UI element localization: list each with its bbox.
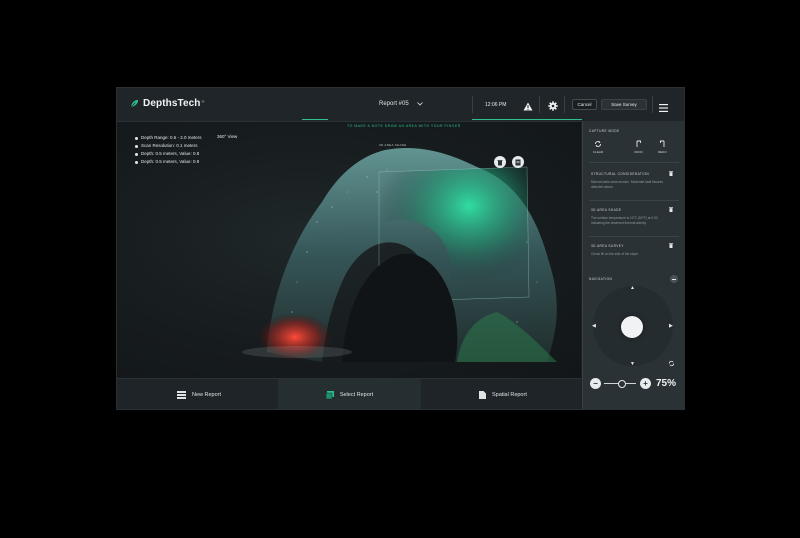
zoom-out-button[interactable]: − (590, 378, 601, 389)
new-report-label: New Report (192, 392, 222, 398)
trash-icon[interactable] (669, 207, 673, 212)
trash-icon (497, 159, 503, 165)
report-title: Report #05 (379, 101, 409, 107)
cancel-button[interactable]: Cancel (572, 99, 597, 110)
note-icon (515, 159, 521, 165)
redo-label: REDO (658, 150, 667, 154)
warning-icon[interactable] (523, 98, 533, 116)
gear-icon[interactable] (548, 98, 558, 116)
stack-icon (177, 391, 186, 399)
arrow-left-icon[interactable]: ◀ (592, 324, 596, 329)
right-panel: CAPTURE MODE CLEAR UNDO REDO STRUCTURAL … (582, 122, 684, 409)
zoom-percent: 75% (656, 378, 677, 389)
area-shade-label: 3D AREA SHADE (379, 143, 407, 147)
info-text: Depth: 0.5 meters, Value: 0.8 (141, 151, 200, 156)
leaf-logo-icon (130, 99, 139, 108)
report-select-icon (325, 391, 334, 399)
delete-area-button[interactable] (494, 156, 506, 168)
divider (589, 236, 679, 237)
divider (652, 96, 653, 113)
save-survey-button[interactable]: Save Survey (601, 99, 647, 110)
spatial-report-button[interactable]: Spatial Report (479, 379, 569, 409)
brand-name: DepthsTech (143, 98, 201, 109)
rotate-icon[interactable] (668, 360, 675, 367)
bottom-bar: New Report Select Report Spatial Report (117, 378, 581, 409)
view-360-label[interactable]: 360° View (217, 134, 237, 139)
list-item: Depth: 0.5 meters, Value: 0.8 (135, 150, 202, 158)
note-title: STRUCTURAL CONSIDERATION (591, 172, 650, 176)
zoom-control: − + 75% (590, 378, 682, 392)
redo-tool[interactable]: REDO (658, 140, 667, 154)
note-title: 3D AREA SURVEY (591, 244, 624, 248)
bullet (135, 160, 138, 164)
capture-mode-title: CAPTURE MODE (589, 129, 620, 133)
list-item: Depth Range: 0.5 - 2.0 meters (135, 134, 202, 142)
note-text: Mineral walls show erosion. Moderate fau… (591, 180, 664, 189)
info-text: Scan Resolution: 0.1 meters (141, 143, 198, 148)
redo-icon (659, 140, 665, 147)
divider (472, 96, 473, 113)
brand-logo[interactable]: DepthsTech ® (130, 98, 204, 109)
bullet (135, 136, 138, 140)
arrow-up-icon[interactable]: ▲ (630, 286, 635, 291)
note-title: 3D AREA SHADE (591, 208, 622, 212)
divider (539, 96, 540, 113)
report-selector[interactable]: Report #05 (379, 101, 423, 107)
scan-viewport[interactable]: TO MAKE A NOTE DRAW AN AREA WITH YOUR FI… (117, 122, 581, 378)
zoom-slider-thumb[interactable] (618, 380, 626, 388)
clear-label: CLEAR (593, 150, 604, 154)
bullet (135, 152, 138, 156)
info-text: Depth Range: 0.5 - 2.0 meters (141, 135, 202, 140)
minus-icon (672, 278, 676, 280)
undo-icon (636, 140, 641, 147)
arrow-right-icon[interactable]: ▶ (669, 324, 673, 329)
clock-time: 12:06 PM (485, 102, 507, 108)
scan-info-list: Depth Range: 0.5 - 2.0 meters Scan Resol… (135, 134, 202, 166)
sync-icon (595, 141, 601, 147)
note-text: The surface temperature is 10°C (50°F) a… (591, 216, 659, 225)
divider (564, 96, 565, 113)
brand-mark: ® (201, 98, 205, 104)
navigation-title: NAVIGATION (589, 277, 613, 281)
arrow-down-icon[interactable]: ▼ (630, 362, 635, 367)
collapse-navigation-button[interactable] (670, 275, 678, 283)
trash-icon[interactable] (669, 171, 673, 176)
info-text: Depth: 0.5 meters, Value: 0.9 (141, 159, 200, 164)
accent-underline-right (472, 119, 582, 120)
app-window: DepthsTech ® Report #05 12:06 PM Cancel … (116, 87, 685, 410)
chevron-down-icon (416, 102, 423, 106)
spatial-report-label: Spatial Report (492, 392, 527, 398)
draw-hint: TO MAKE A NOTE DRAW AN AREA WITH YOUR FI… (347, 124, 461, 128)
list-item: Depth: 0.5 meters, Value: 0.9 (135, 158, 202, 166)
joystick-knob[interactable] (621, 316, 643, 338)
add-note-button[interactable] (512, 156, 524, 168)
select-report-label: Select Report (339, 392, 374, 398)
clear-tool[interactable]: CLEAR (593, 140, 603, 154)
divider (589, 162, 679, 163)
document-icon (479, 391, 486, 399)
accent-underline-left (302, 119, 328, 120)
undo-tool[interactable]: UNDO (634, 140, 643, 154)
undo-label: UNDO (634, 150, 643, 154)
trash-icon[interactable] (669, 243, 673, 248)
divider (589, 200, 679, 201)
bullet (135, 144, 138, 148)
hamburger-menu-icon[interactable] (659, 99, 668, 117)
select-report-button[interactable]: Select Report (278, 379, 421, 409)
note-text: Check fill on the side of the slope. (591, 252, 639, 256)
top-bar: DepthsTech ® Report #05 12:06 PM Cancel … (117, 88, 684, 122)
zoom-in-button[interactable]: + (640, 378, 651, 389)
list-item: Scan Resolution: 0.1 meters (135, 142, 202, 150)
new-report-button[interactable]: New Report (177, 379, 257, 409)
